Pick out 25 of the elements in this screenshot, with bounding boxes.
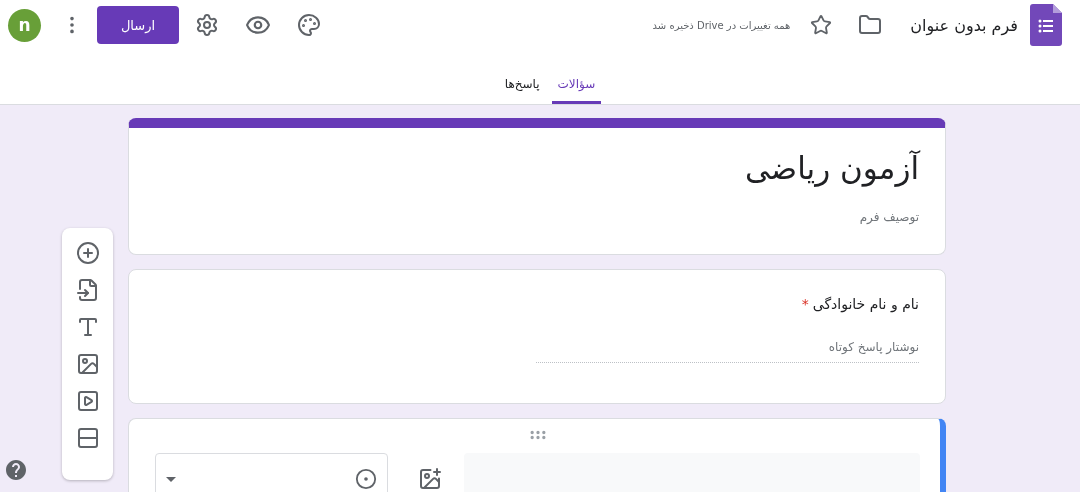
question-title: نام و نام خانوادگی * bbox=[800, 296, 919, 312]
save-status: همه تغییرات در Drive ذخیره شد bbox=[652, 19, 791, 31]
required-mark: * bbox=[801, 296, 809, 312]
form-title[interactable]: فرم بدون عنوان bbox=[910, 15, 1018, 35]
palette-icon[interactable] bbox=[297, 13, 321, 37]
add-question-icon[interactable] bbox=[75, 241, 100, 265]
section-icon[interactable] bbox=[75, 426, 100, 450]
image-icon[interactable] bbox=[75, 352, 100, 376]
send-button[interactable]: ارسال bbox=[97, 6, 179, 44]
radio-icon bbox=[355, 468, 378, 490]
folder-icon[interactable] bbox=[858, 13, 883, 37]
tab[interactable]: پاسخ‌ها bbox=[498, 77, 546, 104]
video-icon[interactable] bbox=[75, 389, 100, 413]
help-icon[interactable] bbox=[4, 458, 28, 482]
forms-logo-icon bbox=[1030, 4, 1062, 46]
tab[interactable]: سؤالات bbox=[551, 77, 602, 104]
description-field[interactable]: توصیف فرم bbox=[155, 210, 919, 224]
settings-icon[interactable] bbox=[195, 13, 219, 37]
answer-field: نوشتار پاسخ کوتاه bbox=[536, 340, 919, 363]
image-icon[interactable] bbox=[418, 467, 443, 491]
star-icon[interactable] bbox=[810, 14, 833, 36]
form-heading[interactable]: آزمون ریاضی bbox=[155, 150, 919, 186]
import-icon[interactable] bbox=[75, 278, 100, 302]
question-card[interactable]: نام و نام خانوادگی * نوشتار پاسخ کوتاه bbox=[128, 269, 946, 404]
caret-icon bbox=[166, 476, 176, 482]
